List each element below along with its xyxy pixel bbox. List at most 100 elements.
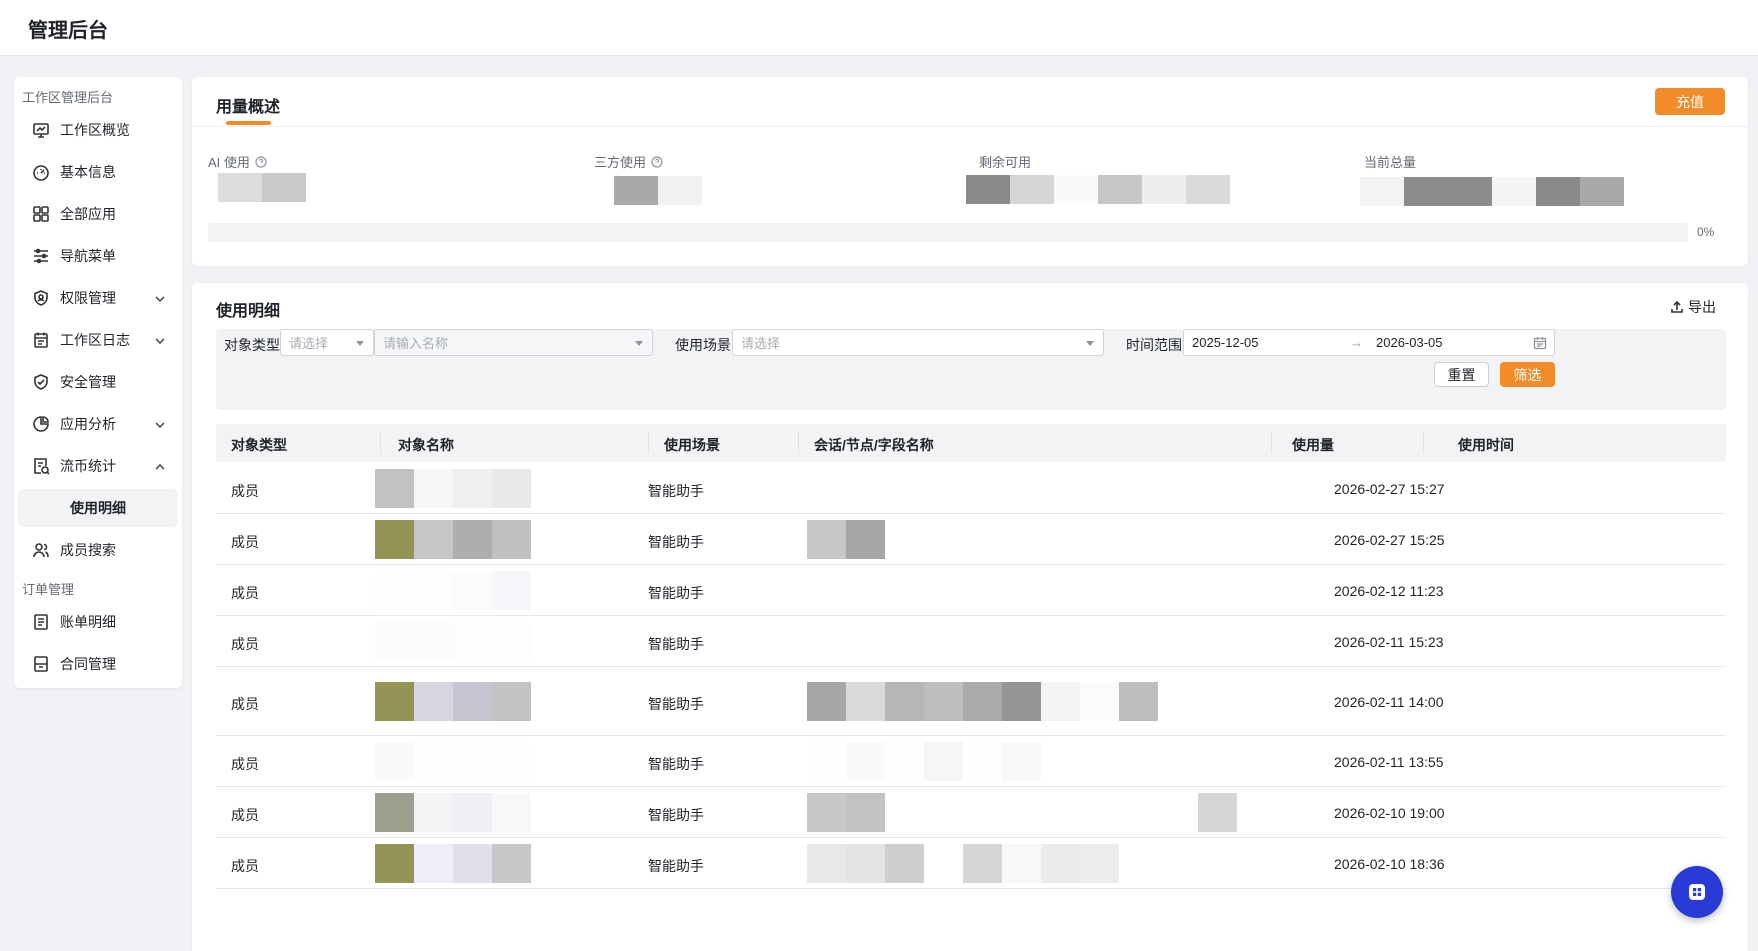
table-row[interactable]: 成员 智能助手 2026-02-10 18:36 — [216, 838, 1726, 889]
cell-object-type: 成员 — [231, 807, 259, 823]
table-row[interactable]: 成员 智能助手 2026-02-11 15:23 — [216, 616, 1726, 667]
sidebar-item-security[interactable]: 安全管理 — [18, 363, 178, 401]
scene-select-placeholder: 请选择 — [741, 336, 781, 351]
shield-check-icon — [32, 373, 50, 391]
sidebar-item-usage-detail[interactable]: 使用明细 — [18, 489, 178, 527]
sidebar: 工作区管理后台 工作区概览 基本信息 全部应用 导航菜单 权限管理 工作区日志 … — [14, 77, 182, 688]
start-date[interactable]: 2025-12-05 — [1192, 335, 1259, 350]
export-button[interactable]: 导出 — [1670, 297, 1716, 317]
stat-label: AI 使用 — [208, 155, 250, 170]
stats-doc-icon — [32, 457, 50, 475]
sidebar-group-workspace: 工作区管理后台 — [22, 90, 114, 105]
name-input[interactable]: 请输入名称 — [374, 329, 653, 356]
sidebar-item-contract[interactable]: 合同管理 — [18, 645, 178, 683]
column-header: 对象类型 — [231, 437, 287, 453]
sidebar-item-workspace-log[interactable]: 工作区日志 — [18, 321, 178, 359]
bill-icon — [32, 613, 50, 631]
redacted-object-name — [375, 844, 531, 883]
column-divider — [648, 432, 649, 454]
column-header: 对象名称 — [398, 437, 454, 453]
filter-button[interactable]: 筛选 — [1500, 362, 1555, 387]
sidebar-item-workspace-overview[interactable]: 工作区概览 — [18, 111, 178, 149]
column-header: 使用场景 — [664, 437, 720, 453]
sidebar-item-label: 全部应用 — [60, 206, 116, 222]
sidebar-item-label: 使用明细 — [70, 500, 126, 516]
detail-title: 使用明细 — [216, 303, 281, 320]
contract-icon — [32, 655, 50, 673]
scene-filter-label: 使用场景 — [675, 337, 731, 353]
column-header: 使用量 — [1292, 437, 1334, 453]
sidebar-item-label: 合同管理 — [60, 656, 116, 672]
shield-user-icon — [32, 289, 50, 307]
cell-usage-time: 2026-02-10 19:00 — [1334, 805, 1445, 821]
cell-object-type: 成员 — [231, 534, 259, 550]
column-divider — [1423, 432, 1424, 454]
cell-object-type: 成员 — [231, 483, 259, 499]
divider — [192, 126, 1748, 127]
sidebar-item-coin-stats[interactable]: 流币统计 — [18, 447, 178, 485]
cell-scene: 智能助手 — [648, 585, 704, 601]
stat-label: 三方使用 — [594, 155, 647, 170]
redacted-object-name — [375, 469, 531, 508]
name-input-placeholder: 请输入名称 — [383, 336, 449, 351]
redacted-value — [218, 173, 306, 202]
reset-button[interactable]: 重置 — [1434, 362, 1489, 387]
stat-ai-usage: AI 使用 — [208, 152, 267, 171]
cell-object-type: 成员 — [231, 636, 259, 652]
table-row[interactable]: 成员 智能助手 2026-02-11 14:00 — [216, 667, 1726, 736]
help-icon[interactable] — [651, 155, 663, 168]
top-bar: 管理后台 — [0, 0, 1758, 56]
cell-object-type: 成员 — [231, 756, 259, 772]
progress-percent: 0% — [1697, 225, 1715, 239]
column-divider — [798, 432, 799, 454]
table-row[interactable]: 成员 智能助手 2026-02-27 15:25 — [216, 514, 1726, 565]
users-icon — [32, 541, 50, 559]
cell-scene: 智能助手 — [648, 696, 704, 712]
overview-title: 用量概述 — [216, 99, 281, 116]
sidebar-item-all-apps[interactable]: 全部应用 — [18, 195, 178, 233]
table-row[interactable]: 成员 智能助手 2026-02-27 15:27 — [216, 463, 1726, 514]
redacted-object-name — [375, 622, 531, 661]
sidebar-item-label: 基本信息 — [60, 164, 116, 180]
sidebar-item-member-search[interactable]: 成员搜索 — [18, 531, 178, 569]
sidebar-item-permissions[interactable]: 权限管理 — [18, 279, 178, 317]
table-row[interactable]: 成员 智能助手 2026-02-11 13:55 — [216, 736, 1726, 787]
sidebar-item-app-analysis[interactable]: 应用分析 — [18, 405, 178, 443]
usage-progress-bar — [208, 223, 1688, 242]
cell-object-type: 成员 — [231, 696, 259, 712]
redacted-object-name — [375, 571, 531, 610]
cell-scene: 智能助手 — [648, 756, 704, 772]
sidebar-item-nav-menu[interactable]: 导航菜单 — [18, 237, 178, 275]
table-header: 对象类型 对象名称 使用场景 会话/节点/字段名称 使用量 使用时间 — [216, 424, 1726, 462]
redacted-session-name — [807, 682, 1158, 721]
chevron-down-icon — [154, 418, 166, 430]
stat-remaining: 剩余可用 — [979, 152, 1031, 171]
sidebar-item-bill-detail[interactable]: 账单明细 — [18, 603, 178, 641]
table-row[interactable]: 成员 智能助手 2026-02-12 11:23 — [216, 565, 1726, 616]
redacted-object-name — [375, 742, 531, 781]
cell-usage-time: 2026-02-27 15:27 — [1334, 481, 1445, 497]
caret-down-icon — [635, 341, 643, 346]
redacted-session-name — [807, 844, 1119, 883]
grid-icon — [32, 205, 50, 223]
date-range-picker[interactable]: 2025-12-05 → 2026-03-05 — [1183, 329, 1555, 356]
assistant-fab[interactable] — [1671, 866, 1723, 918]
redacted-session-name — [807, 742, 1041, 781]
cell-usage-time: 2026-02-27 15:25 — [1334, 532, 1445, 548]
redacted-session-name — [807, 520, 885, 559]
scene-select[interactable]: 请选择 — [732, 329, 1104, 356]
end-date[interactable]: 2026-03-05 — [1376, 335, 1443, 350]
caret-down-icon — [356, 341, 364, 346]
type-select[interactable]: 请选择 — [280, 329, 374, 356]
column-divider — [380, 432, 381, 454]
redacted-value — [966, 175, 1230, 204]
table-row[interactable]: 成员 智能助手 2026-02-10 19:00 — [216, 787, 1726, 838]
assistant-icon — [1689, 884, 1705, 900]
column-header: 会话/节点/字段名称 — [814, 437, 934, 453]
cell-usage-time: 2026-02-11 14:00 — [1334, 694, 1444, 710]
sidebar-item-basic-info[interactable]: 基本信息 — [18, 153, 178, 191]
help-icon[interactable] — [255, 155, 267, 168]
calendar-icon — [32, 331, 50, 349]
recharge-button[interactable]: 充值 — [1655, 88, 1725, 115]
cell-usage-time: 2026-02-10 18:36 — [1334, 856, 1445, 872]
